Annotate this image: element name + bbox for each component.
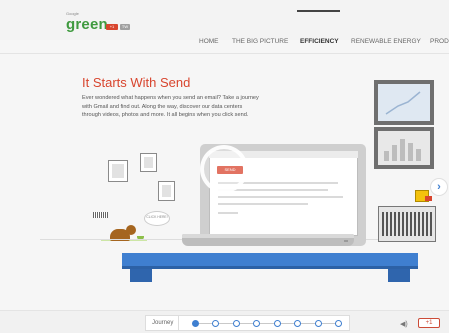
nav-item-products[interactable]: PROD: [430, 38, 449, 45]
email-line: [218, 196, 343, 198]
journey-label: Journey: [152, 320, 174, 326]
click-here-bubble[interactable]: CLICK HERE!: [144, 211, 170, 226]
page: Google green +1 TW HOME THE BIG PICTURE …: [0, 0, 449, 333]
intro-text: Ever wondered what happens when you send…: [82, 95, 259, 119]
google-plus-one-button[interactable]: +1: [418, 318, 440, 328]
main-nav: HOME THE BIG PICTURE EFFICIENCY RENEWABL…: [0, 38, 449, 48]
server-indicator: [425, 196, 432, 201]
logo-green-text: green: [66, 16, 108, 33]
email-line: [218, 212, 238, 214]
pinned-photo-1[interactable]: [108, 160, 128, 182]
graph-line-icon: [385, 91, 421, 115]
nav-item-renewable-energy[interactable]: RENEWABLE ENERGY: [351, 38, 421, 45]
nav-item-efficiency[interactable]: EFFICIENCY: [300, 38, 339, 45]
pinned-photo-2[interactable]: [140, 153, 157, 172]
next-arrow-button[interactable]: ›: [430, 178, 448, 196]
journey-step[interactable]: [232, 320, 240, 327]
journey-divider: [178, 316, 179, 330]
pinned-photo-3[interactable]: [158, 181, 175, 201]
monitor-screen: [378, 84, 430, 121]
chevron-right-icon: ›: [437, 181, 441, 193]
journey-step[interactable]: [273, 320, 281, 327]
journey-step[interactable]: [314, 320, 322, 327]
bar-chart-icon: [384, 139, 421, 161]
plus-one-badge[interactable]: +1: [106, 24, 118, 30]
journey-step[interactable]: [335, 320, 342, 327]
server-grill: [382, 212, 432, 236]
laptop-base-top: [182, 234, 354, 238]
dog-head: [126, 225, 136, 235]
photo-placeholder: [144, 157, 153, 168]
send-highlight-ring: [200, 145, 248, 193]
desk-leg-left: [130, 268, 152, 282]
header-divider: [0, 53, 449, 54]
page-title: It Starts With Send: [82, 75, 191, 90]
journey-step[interactable]: [192, 320, 199, 327]
desk-edge: [122, 266, 418, 269]
photo-placeholder: [162, 185, 171, 197]
barcode-icon: [93, 212, 108, 218]
email-line: [218, 203, 308, 205]
chart-screen: [378, 131, 430, 165]
photo-placeholder: [112, 164, 124, 178]
desk: [122, 253, 418, 267]
desk-leg-right: [388, 268, 410, 282]
laptop-power-indicator: [344, 240, 348, 242]
nav-active-indicator: [297, 10, 340, 12]
speaker-icon[interactable]: ◀): [400, 320, 408, 328]
header: Google green +1 TW: [0, 0, 449, 40]
share-badge[interactable]: TW: [120, 24, 130, 30]
nav-item-home[interactable]: HOME: [199, 38, 219, 45]
nav-item-big-picture[interactable]: THE BIG PICTURE: [232, 38, 288, 45]
